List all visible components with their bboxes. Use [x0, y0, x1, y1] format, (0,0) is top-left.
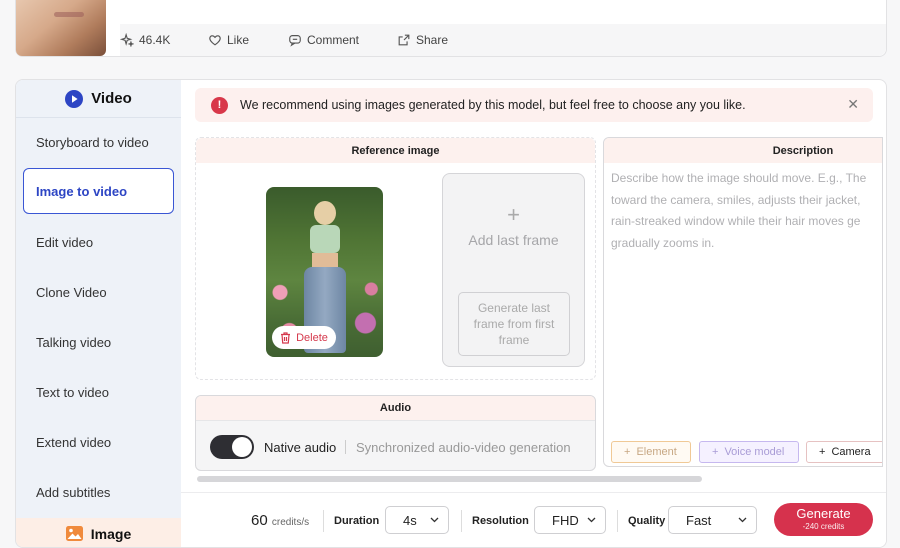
plus-icon: +	[507, 202, 520, 227]
description-title: Description	[604, 138, 882, 163]
divider	[323, 510, 324, 532]
add-last-frame-dropzone[interactable]: + Add last frame Generate last frame fro…	[442, 173, 585, 367]
element-chip[interactable]: + Element	[611, 441, 691, 463]
chevron-down-icon	[430, 517, 439, 523]
generation-settings-bar: 60 credits/s Duration 4s Resolution FHD …	[181, 492, 886, 547]
sidebar-item-extend-video[interactable]: Extend video	[36, 435, 111, 450]
sidebar-item-add-subtitles[interactable]: Add subtitles	[36, 485, 110, 500]
plus-icon: +	[624, 446, 631, 458]
placeholder-line: rain-streaked window while their hair mo…	[611, 214, 861, 228]
quality-select[interactable]: Fast	[668, 506, 757, 534]
comment-button[interactable]: Comment	[288, 33, 359, 47]
credits-unit: credits/s	[271, 517, 310, 528]
duration-select[interactable]: 4s	[385, 506, 449, 534]
sidebar-item-text-to-video[interactable]: Text to video	[36, 385, 109, 400]
share-label: Share	[416, 33, 449, 47]
sidebar-item-storyboard-to-video[interactable]: Storyboard to video	[36, 135, 149, 150]
placeholder-line: Describe how the image should move. E.g.…	[611, 171, 867, 185]
comment-label: Comment	[307, 33, 360, 47]
sidebar-item-image-to-video[interactable]: Image to video	[23, 168, 174, 214]
voice-model-chip[interactable]: + Voice model	[699, 441, 799, 463]
chevron-down-icon	[587, 517, 596, 523]
comment-icon	[289, 35, 301, 47]
sidebar: Video Storyboard to video Image to video…	[16, 80, 181, 547]
like-label: Like	[227, 33, 250, 47]
audio-panel: Audio Native audio Synchronized audio-vi…	[195, 395, 596, 471]
resolution-select[interactable]: FHD	[534, 506, 606, 534]
sidebar-item-edit-video[interactable]: Edit video	[36, 235, 93, 250]
sidebar-header-image[interactable]: Image	[16, 518, 181, 547]
reference-image-title: Reference image	[196, 138, 595, 163]
photo-figure-waist	[312, 253, 338, 267]
sidebar-item-clone-video[interactable]: Clone Video	[36, 285, 107, 300]
play-circle-icon	[65, 89, 84, 108]
post-header-area	[120, 0, 886, 24]
credits-rate: 60 credits/s	[251, 512, 309, 529]
post-card: 46.4K Like Comment Share	[15, 0, 887, 57]
divider	[461, 510, 462, 532]
share-button[interactable]: Share	[397, 33, 448, 47]
element-label: Element	[636, 446, 677, 458]
notice-text: We recommend using images generated by t…	[240, 98, 746, 112]
generate-button[interactable]: Generate -240 credits	[774, 503, 873, 536]
native-audio-toggle[interactable]	[210, 435, 254, 459]
heart-icon	[209, 35, 221, 46]
delete-button[interactable]: Delete	[272, 326, 336, 349]
placeholder-line: gradually zooms in.	[611, 235, 715, 250]
post-thumbnail[interactable]	[16, 0, 106, 56]
reference-image-panel: Reference image Delete + Add last frame …	[195, 137, 596, 380]
views-stat: 46.4K	[120, 33, 170, 47]
photo-figure-top	[310, 225, 340, 253]
plus-icon: +	[712, 446, 719, 458]
reference-photo[interactable]: Delete	[266, 187, 383, 357]
photo-figure	[314, 201, 336, 225]
divider	[345, 440, 346, 454]
generate-last-frame-button[interactable]: Generate last frame from first frame	[458, 292, 570, 356]
credits-value: 60	[251, 512, 268, 529]
like-button[interactable]: Like	[208, 33, 249, 47]
video-generator-panel: Video Storyboard to video Image to video…	[15, 79, 887, 548]
description-panel[interactable]: Description Describe how the image shoul…	[603, 137, 883, 467]
sidebar-header-video[interactable]: Video	[16, 80, 181, 118]
sidebar-item-label: Image to video	[36, 183, 128, 199]
sidebar-image-label: Image	[90, 525, 132, 542]
generate-cost: -240 credits	[802, 522, 845, 531]
close-icon[interactable]: ✕	[847, 96, 859, 113]
quality-value: Fast	[686, 512, 712, 528]
native-audio-label: Native audio	[264, 440, 337, 455]
plus-icon: +	[819, 446, 826, 458]
info-icon: !	[211, 96, 228, 114]
audio-title: Audio	[196, 396, 595, 421]
content-area: ! We recommend using images generated by…	[181, 80, 886, 547]
camera-chip[interactable]: + Camera	[806, 441, 882, 463]
description-textarea[interactable]: Describe how the image should move. E.g.…	[611, 168, 881, 254]
audio-description: Synchronized audio-video generation	[356, 440, 571, 455]
duration-label: Duration	[334, 515, 380, 527]
share-icon	[398, 34, 410, 46]
sidebar-header-label: Video	[91, 90, 132, 107]
image-icon	[65, 526, 83, 541]
quality-label: Quality	[628, 515, 666, 527]
resolution-label: Resolution	[472, 515, 529, 527]
delete-label: Delete	[296, 331, 328, 344]
placeholder-line: toward the camera, smiles, adjusts their…	[611, 192, 861, 207]
horizontal-scrollbar[interactable]	[197, 476, 702, 482]
trash-icon	[281, 331, 291, 344]
add-last-frame-label: Add last frame	[468, 232, 559, 248]
camera-label: Camera	[831, 446, 871, 458]
toggle-knob	[232, 437, 252, 457]
duration-value: 4s	[403, 512, 417, 528]
chevron-down-icon	[738, 517, 747, 523]
sparkle-icon	[120, 33, 134, 47]
resolution-value: FHD	[552, 512, 579, 528]
divider	[617, 510, 618, 532]
voice-model-label: Voice model	[724, 446, 785, 458]
sidebar-item-talking-video[interactable]: Talking video	[36, 335, 111, 350]
views-count: 46.4K	[139, 33, 171, 47]
info-notice: ! We recommend using images generated by…	[195, 88, 873, 122]
generate-label: Generate	[796, 506, 851, 521]
